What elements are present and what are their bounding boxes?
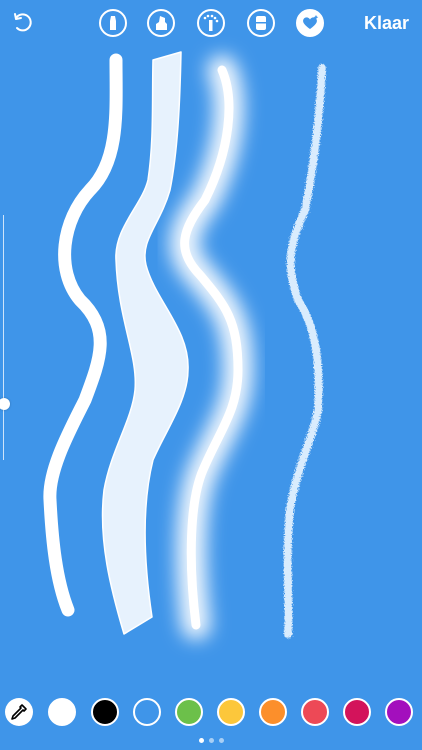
eraser-tool-button[interactable] xyxy=(247,9,275,37)
drawing-canvas[interactable] xyxy=(0,0,422,690)
color-swatch-pink[interactable] xyxy=(343,698,371,726)
color-swatch-black[interactable] xyxy=(91,698,119,726)
color-swatch-yellow[interactable] xyxy=(217,698,245,726)
undo-button[interactable] xyxy=(9,8,39,38)
heart-tool-button[interactable] xyxy=(296,9,324,37)
color-swatch-red[interactable] xyxy=(301,698,329,726)
pen-tool-button[interactable] xyxy=(99,9,127,37)
chalk-stroke xyxy=(283,64,326,639)
brush-size-slider[interactable] xyxy=(0,215,10,460)
pen-icon xyxy=(110,16,116,30)
color-swatch-purple[interactable] xyxy=(385,698,413,726)
page-dot xyxy=(208,738,214,743)
color-palette xyxy=(0,693,422,733)
color-swatch-orange[interactable] xyxy=(259,698,287,726)
color-picker-button[interactable] xyxy=(5,698,33,726)
slider-track xyxy=(3,215,4,460)
page-dot xyxy=(218,738,224,743)
page-indicator xyxy=(0,738,422,743)
top-toolbar: Klaar xyxy=(0,0,422,50)
undo-icon xyxy=(14,13,32,32)
color-swatch-green[interactable] xyxy=(175,698,203,726)
neon-icon xyxy=(203,14,219,31)
eraser-icon xyxy=(256,16,266,30)
page-dot xyxy=(198,738,204,743)
marker-icon xyxy=(156,16,167,30)
eyedropper-icon xyxy=(11,704,27,720)
marker-tool-button[interactable] xyxy=(147,9,175,37)
neon-tool-button[interactable] xyxy=(197,9,225,37)
color-swatch-white[interactable] xyxy=(48,698,76,726)
slider-thumb[interactable] xyxy=(0,397,10,410)
color-swatch-blue[interactable] xyxy=(133,698,161,726)
done-button[interactable]: Klaar xyxy=(364,13,409,34)
heart-icon xyxy=(303,15,319,29)
